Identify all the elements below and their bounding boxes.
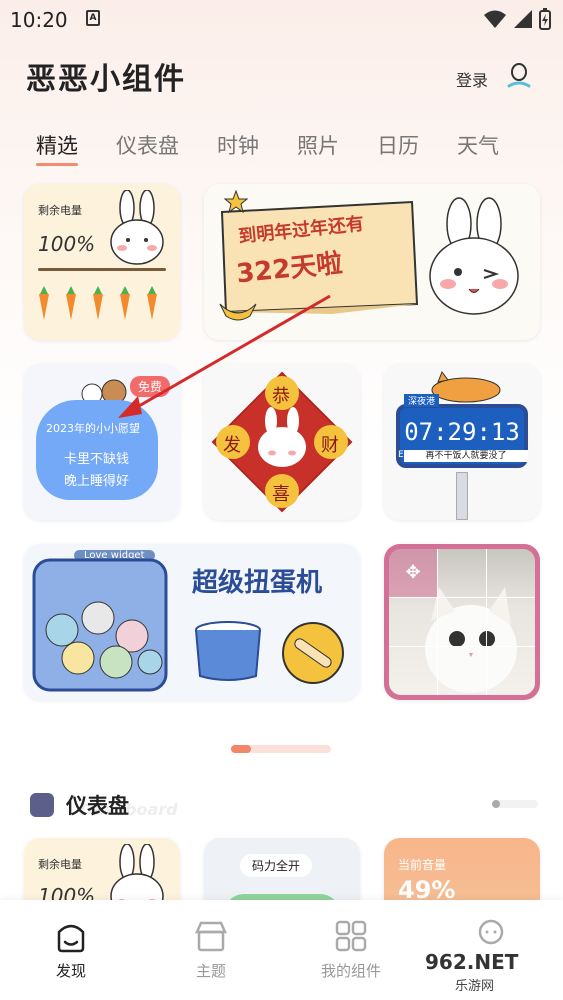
tab-label: 照片 xyxy=(297,134,339,158)
watermark-logo: 962.NET xyxy=(425,950,519,974)
clock-time: 07:29:13 xyxy=(404,418,520,446)
tab-label: 天气 xyxy=(457,134,499,158)
carrot-icon xyxy=(66,286,76,320)
nav-my-widgets[interactable]: 我的组件 xyxy=(306,918,396,981)
app-title: 恶恶小组件 xyxy=(26,62,186,97)
free-badge: 免费 xyxy=(130,376,171,397)
carrot-icon xyxy=(93,286,103,320)
fortune-char-right: 财 xyxy=(321,435,339,456)
signal-icon xyxy=(514,10,532,28)
gacha-widget-card[interactable]: Love widget 超级扭蛋机 xyxy=(24,544,360,700)
nav-label: 我的组件 xyxy=(320,962,381,980)
clock-station: 深夜港 xyxy=(404,394,440,407)
carrot-icon xyxy=(120,286,130,320)
category-tabs: 精选 仪表盘 时钟 照片 日历 天气 xyxy=(36,130,499,166)
battery-value: 100% xyxy=(38,232,96,256)
tab-calendar[interactable]: 日历 xyxy=(377,130,419,160)
wifi-icon xyxy=(484,10,506,28)
battery-widget-card[interactable]: 剩余电量 100% xyxy=(24,184,180,340)
dashboard-section-icon xyxy=(30,793,54,817)
status-icons xyxy=(483,8,551,30)
gold-ingot-icon xyxy=(219,303,257,321)
nav-discover[interactable]: 发现 xyxy=(26,918,116,981)
move-icon: ✥ xyxy=(389,549,437,597)
nav-label: 主题 xyxy=(195,962,226,980)
battery-icon xyxy=(539,8,551,30)
clock-subtitle: 再不干饭人就要没了 xyxy=(404,450,528,462)
tab-clock[interactable]: 时钟 xyxy=(217,130,259,160)
grid-line xyxy=(437,549,438,695)
carousel-pager xyxy=(231,745,331,753)
bunny-wink-icon xyxy=(429,197,519,315)
gacha-knob xyxy=(282,622,344,684)
photo-widget-card[interactable]: ✥ xyxy=(384,544,540,700)
wish-line2: 晚上睡得好 xyxy=(64,474,130,489)
watermark-sub: 乐游网 xyxy=(455,979,495,994)
fortune-char-top: 恭 xyxy=(272,386,290,407)
grid-line xyxy=(389,646,535,647)
clock-board: 深夜港 07:29:13 再不干饭人就要没了 E W xyxy=(396,394,528,468)
tab-underline xyxy=(36,163,78,166)
power-pill: 码力全开 xyxy=(240,854,313,877)
nav-theme[interactable]: 主题 xyxy=(166,918,256,981)
clock-right-letter: W xyxy=(517,450,526,460)
discover-icon xyxy=(57,924,85,953)
tab-label: 仪表盘 xyxy=(116,134,179,158)
fortune-char-left: 发 xyxy=(223,435,241,456)
tab-label: 时钟 xyxy=(217,134,259,158)
carrot-icon xyxy=(39,286,49,320)
fortune-widget-card[interactable]: 恭 发 财 喜 xyxy=(204,364,360,520)
grid-line xyxy=(389,597,535,598)
status-bar: 10:20 A xyxy=(0,0,563,40)
gacha-title: 超级扭蛋机 xyxy=(192,568,323,598)
battery-title: 剩余电量 xyxy=(38,204,82,217)
gacha-cup xyxy=(195,621,261,681)
status-time: 10:20 xyxy=(10,8,68,32)
section-pager-dot xyxy=(492,800,500,808)
section-title: 仪表盘 xyxy=(66,794,129,818)
fortune-char-bottom: 喜 xyxy=(272,484,290,505)
wish-line1: 卡里不缺钱 xyxy=(64,452,130,467)
clock-widget-card[interactable]: 深夜港 07:29:13 再不干饭人就要没了 E W xyxy=(384,364,540,520)
section-pager xyxy=(492,800,538,808)
shop-icon xyxy=(195,921,227,952)
gacha-machine xyxy=(32,558,168,692)
grid-line xyxy=(486,549,487,695)
cat-icon xyxy=(431,370,501,403)
wish-widget-card[interactable]: 免费 2023年的小小愿望 卡里不缺钱 晚上睡得好 xyxy=(24,364,180,520)
carrot-row xyxy=(36,286,160,320)
battery-title: 剩余电量 xyxy=(38,858,82,871)
wish-title: 2023年的小小愿望 xyxy=(46,422,140,435)
profile-icon xyxy=(478,919,504,945)
pager-active-dot xyxy=(231,745,251,753)
volume-label: 当前音量 xyxy=(398,858,447,872)
tab-label: 精选 xyxy=(36,134,78,158)
login-button[interactable]: 登录 xyxy=(456,67,488,91)
tab-dashboard[interactable]: 仪表盘 xyxy=(116,130,179,160)
tab-photo[interactable]: 照片 xyxy=(297,130,339,160)
star-icon xyxy=(224,190,248,214)
grid-icon xyxy=(335,920,367,952)
nav-profile[interactable] xyxy=(446,918,536,954)
sign-pole xyxy=(456,472,468,520)
bunny-icon xyxy=(110,190,164,265)
countdown-widget-card[interactable]: 到明年过年还有 322天啦 xyxy=(204,184,540,340)
carrot-icon xyxy=(147,286,157,320)
nav-label: 发现 xyxy=(55,962,86,980)
user-icon[interactable] xyxy=(505,60,533,90)
tab-label: 日历 xyxy=(377,134,419,158)
tab-weather[interactable]: 天气 xyxy=(457,130,499,160)
accessibility-icon: A xyxy=(86,10,100,26)
clock-left-letter: E xyxy=(398,450,404,460)
tab-featured[interactable]: 精选 xyxy=(36,130,78,166)
photo-frame: ✥ xyxy=(389,549,535,695)
